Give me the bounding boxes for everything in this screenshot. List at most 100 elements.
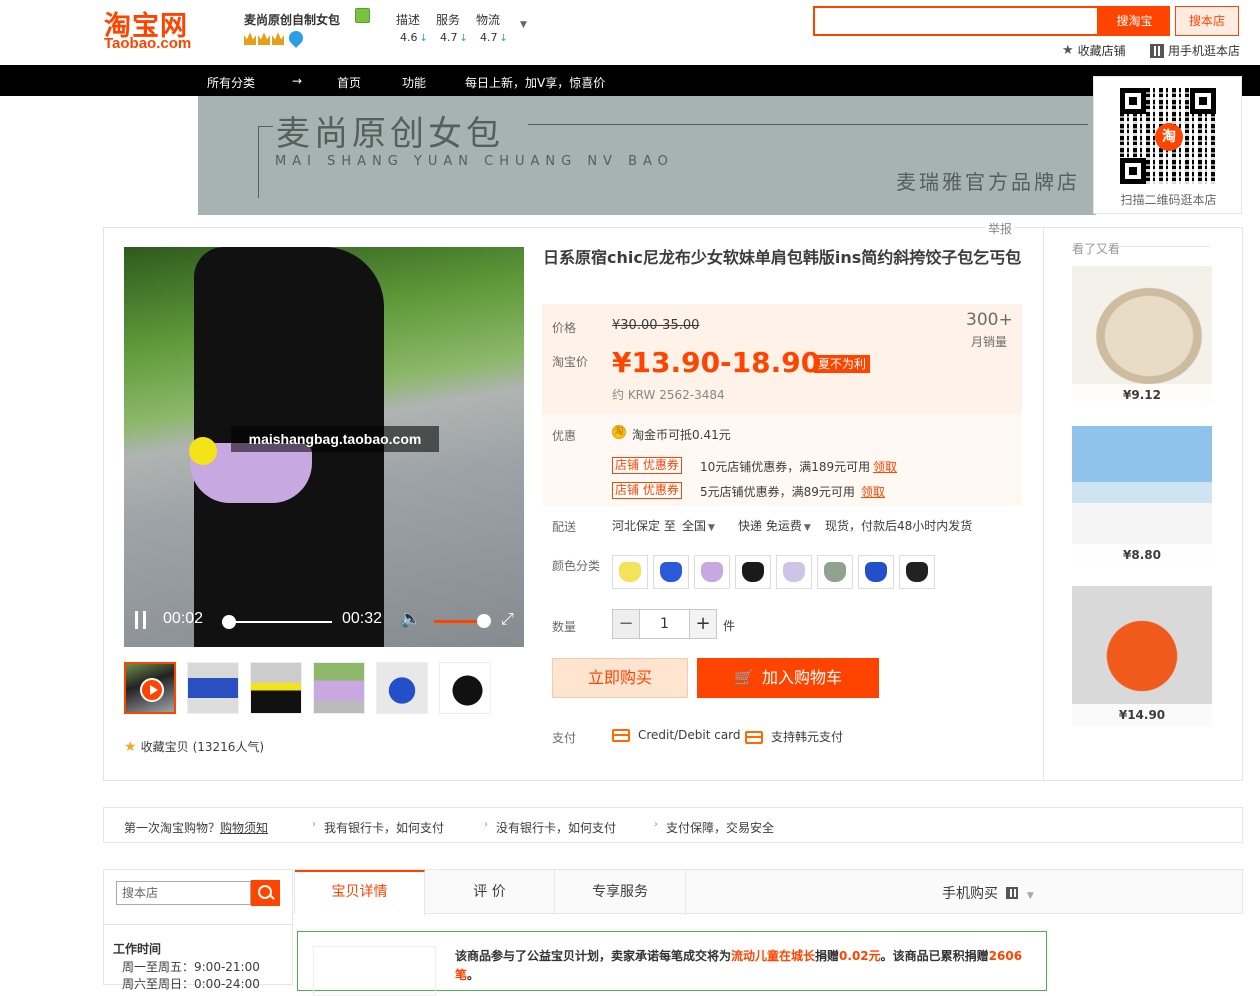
chevron-down-icon[interactable]: ▼ xyxy=(520,20,527,30)
cart-icon: 🛒 xyxy=(734,668,754,687)
thumbnail-video[interactable] xyxy=(124,662,176,714)
color-swatch[interactable] xyxy=(735,555,771,589)
search-input[interactable] xyxy=(813,6,1099,36)
charity-text-part: 捐赠 xyxy=(815,949,840,963)
ship-note: 现货，付款后48小时内发货 xyxy=(825,519,973,533)
buy-now-button[interactable]: 立即购买 xyxy=(552,658,688,698)
add-to-cart-label: 加入购物车 xyxy=(761,668,842,687)
nav-features[interactable]: 功能 xyxy=(402,74,426,91)
tab-reviews[interactable]: 评 价 xyxy=(425,870,555,915)
ship-method-select[interactable]: 快递 免运费 ▼ xyxy=(738,517,811,534)
video-controls: 00:02 00:32 🔈 ⤢ xyxy=(124,602,524,642)
work-hours-line: 周一至周五：9:00-21:00 xyxy=(122,960,260,974)
video-progress-track[interactable] xyxy=(222,621,332,623)
mobile-shop-link[interactable]: 用手机逛本店 xyxy=(1150,42,1240,59)
shop-name[interactable]: 麦尚原创自制女包 xyxy=(244,11,340,28)
search-taobao-button[interactable]: 搜淘宝 xyxy=(1099,6,1170,36)
payment-method-label: Credit/Debit card xyxy=(638,728,741,742)
quantity-label: 数量 xyxy=(552,620,577,634)
claim-coupon-link[interactable]: 领取 xyxy=(873,458,897,475)
promo-label: 优惠 xyxy=(552,429,577,443)
search-shop-button[interactable]: 搜本店 xyxy=(1175,6,1239,36)
thumbnail-image[interactable] xyxy=(376,662,428,714)
banner-decor-line xyxy=(528,124,1088,125)
crown-icon xyxy=(244,32,256,45)
nav-all-categories[interactable]: 所有分类 xyxy=(207,74,255,91)
color-swatch[interactable] xyxy=(694,555,730,589)
thumbnail-image[interactable] xyxy=(439,662,491,714)
color-swatch[interactable] xyxy=(817,555,853,589)
chevron-down-icon: ▼ xyxy=(803,523,811,533)
shop-banner[interactable]: 麦尚原创女包 MAI SHANG YUAN CHUANG NV BAO 麦瑞雅官… xyxy=(198,96,1096,215)
charity-project-link[interactable]: 流动儿童在城长 xyxy=(731,949,815,963)
fullscreen-icon[interactable]: ⤢ xyxy=(501,609,514,629)
coupon-text: 10元店铺优惠券，满189元可用 xyxy=(700,460,871,474)
nav-home[interactable]: 首页 xyxy=(337,74,361,91)
claim-coupon-link[interactable]: 领取 xyxy=(861,483,885,500)
tab-services[interactable]: 专享服务 xyxy=(555,870,686,915)
score-label: 物流 xyxy=(476,13,501,27)
shop-badge-icon xyxy=(355,8,370,23)
banner-pinyin: MAI SHANG YUAN CHUANG NV BAO xyxy=(275,154,674,169)
thumbnail-image[interactable] xyxy=(313,662,365,714)
search-icon[interactable] xyxy=(251,880,280,906)
mobile-buy-link[interactable]: 手机购买 ▼ xyxy=(942,883,1034,903)
recommend-item[interactable]: ¥14.90 xyxy=(1072,586,1212,726)
shop-search-input[interactable]: 搜本店 xyxy=(116,881,251,905)
monthly-sales-label: 月销量 xyxy=(971,335,1008,349)
ship-to-value: 全国 xyxy=(682,519,707,533)
ship-from: 河北保定 至 xyxy=(612,519,676,533)
taobao-logo-text[interactable]: Taobao.com xyxy=(104,35,191,52)
score-value: 4.6 xyxy=(400,31,418,44)
product-thumbnails xyxy=(124,662,491,714)
coupon-tag: 店铺 优惠券 xyxy=(612,457,682,474)
chevron-down-icon: ▼ xyxy=(1026,891,1034,901)
color-swatch-image xyxy=(783,562,805,582)
taobao-price-label: 淘宝价 xyxy=(552,355,589,369)
chevron-right-icon: › xyxy=(654,819,658,830)
crown-rating-icons xyxy=(244,31,286,45)
tip-link[interactable]: 支付保障，交易安全 xyxy=(666,819,774,836)
quantity-input[interactable]: 1 xyxy=(639,610,690,638)
favorite-shop-link[interactable]: ★ 收藏店铺 xyxy=(1062,42,1126,59)
color-swatch[interactable] xyxy=(858,555,894,589)
work-hours-title: 工作时间 xyxy=(113,942,162,956)
charity-amount: 0.02元 xyxy=(839,949,881,963)
thumbnail-image[interactable] xyxy=(250,662,302,714)
color-swatch[interactable] xyxy=(899,555,935,589)
favorite-item-link[interactable]: ★ 收藏宝贝 (13216人气) xyxy=(124,738,264,755)
tip-link[interactable]: 没有银行卡，如何支付 xyxy=(496,819,616,836)
report-link[interactable]: 举报 xyxy=(986,220,1015,237)
pause-icon[interactable] xyxy=(135,611,146,629)
divider xyxy=(104,924,292,925)
recommend-item[interactable]: ¥8.80 xyxy=(1072,426,1212,566)
chevron-right-icon: › xyxy=(484,819,488,830)
quantity-decrease-button[interactable]: − xyxy=(613,610,639,638)
arrow-right-icon[interactable]: → xyxy=(292,74,302,88)
add-to-cart-button[interactable]: 🛒 加入购物车 xyxy=(697,658,879,698)
original-price: ¥30.00-35.00 xyxy=(612,318,700,333)
credit-card-icon xyxy=(612,729,630,742)
favorite-count: (13216人气) xyxy=(192,740,265,754)
recommend-item[interactable]: ¥9.12 xyxy=(1072,266,1212,406)
nav-promo[interactable]: 每日上新，加V享，惊喜价 xyxy=(465,74,605,91)
tab-details[interactable]: 宝贝详情 xyxy=(295,870,425,916)
coupon-tag: 店铺 优惠券 xyxy=(612,482,682,499)
color-swatch[interactable] xyxy=(653,555,689,589)
volume-mute-icon[interactable]: 🔈 xyxy=(400,609,421,629)
ship-to-select[interactable]: 全国 ▼ xyxy=(682,517,715,534)
volume-slider[interactable] xyxy=(434,620,478,623)
shopping-guide-link[interactable]: 购物须知 xyxy=(220,821,268,835)
charity-logo xyxy=(313,946,436,996)
charity-text-part: 该商品参与了公益宝贝计划，卖家承诺每笔成交将为 xyxy=(455,949,732,963)
thumbnail-image[interactable] xyxy=(187,662,239,714)
product-video[interactable]: maishangbag.taobao.com 00:02 00:32 🔈 ⤢ xyxy=(124,247,524,647)
color-swatch[interactable] xyxy=(612,555,648,589)
video-progress-knob[interactable] xyxy=(221,615,236,629)
quantity-increase-button[interactable]: + xyxy=(690,610,716,638)
mobile-buy-label: 手机购买 xyxy=(942,886,998,902)
tip-link[interactable]: 我有银行卡，如何支付 xyxy=(324,819,444,836)
color-swatch[interactable] xyxy=(776,555,812,589)
score-logistics: 物流 4.7 ↓ xyxy=(476,11,508,44)
volume-knob[interactable] xyxy=(477,614,491,628)
